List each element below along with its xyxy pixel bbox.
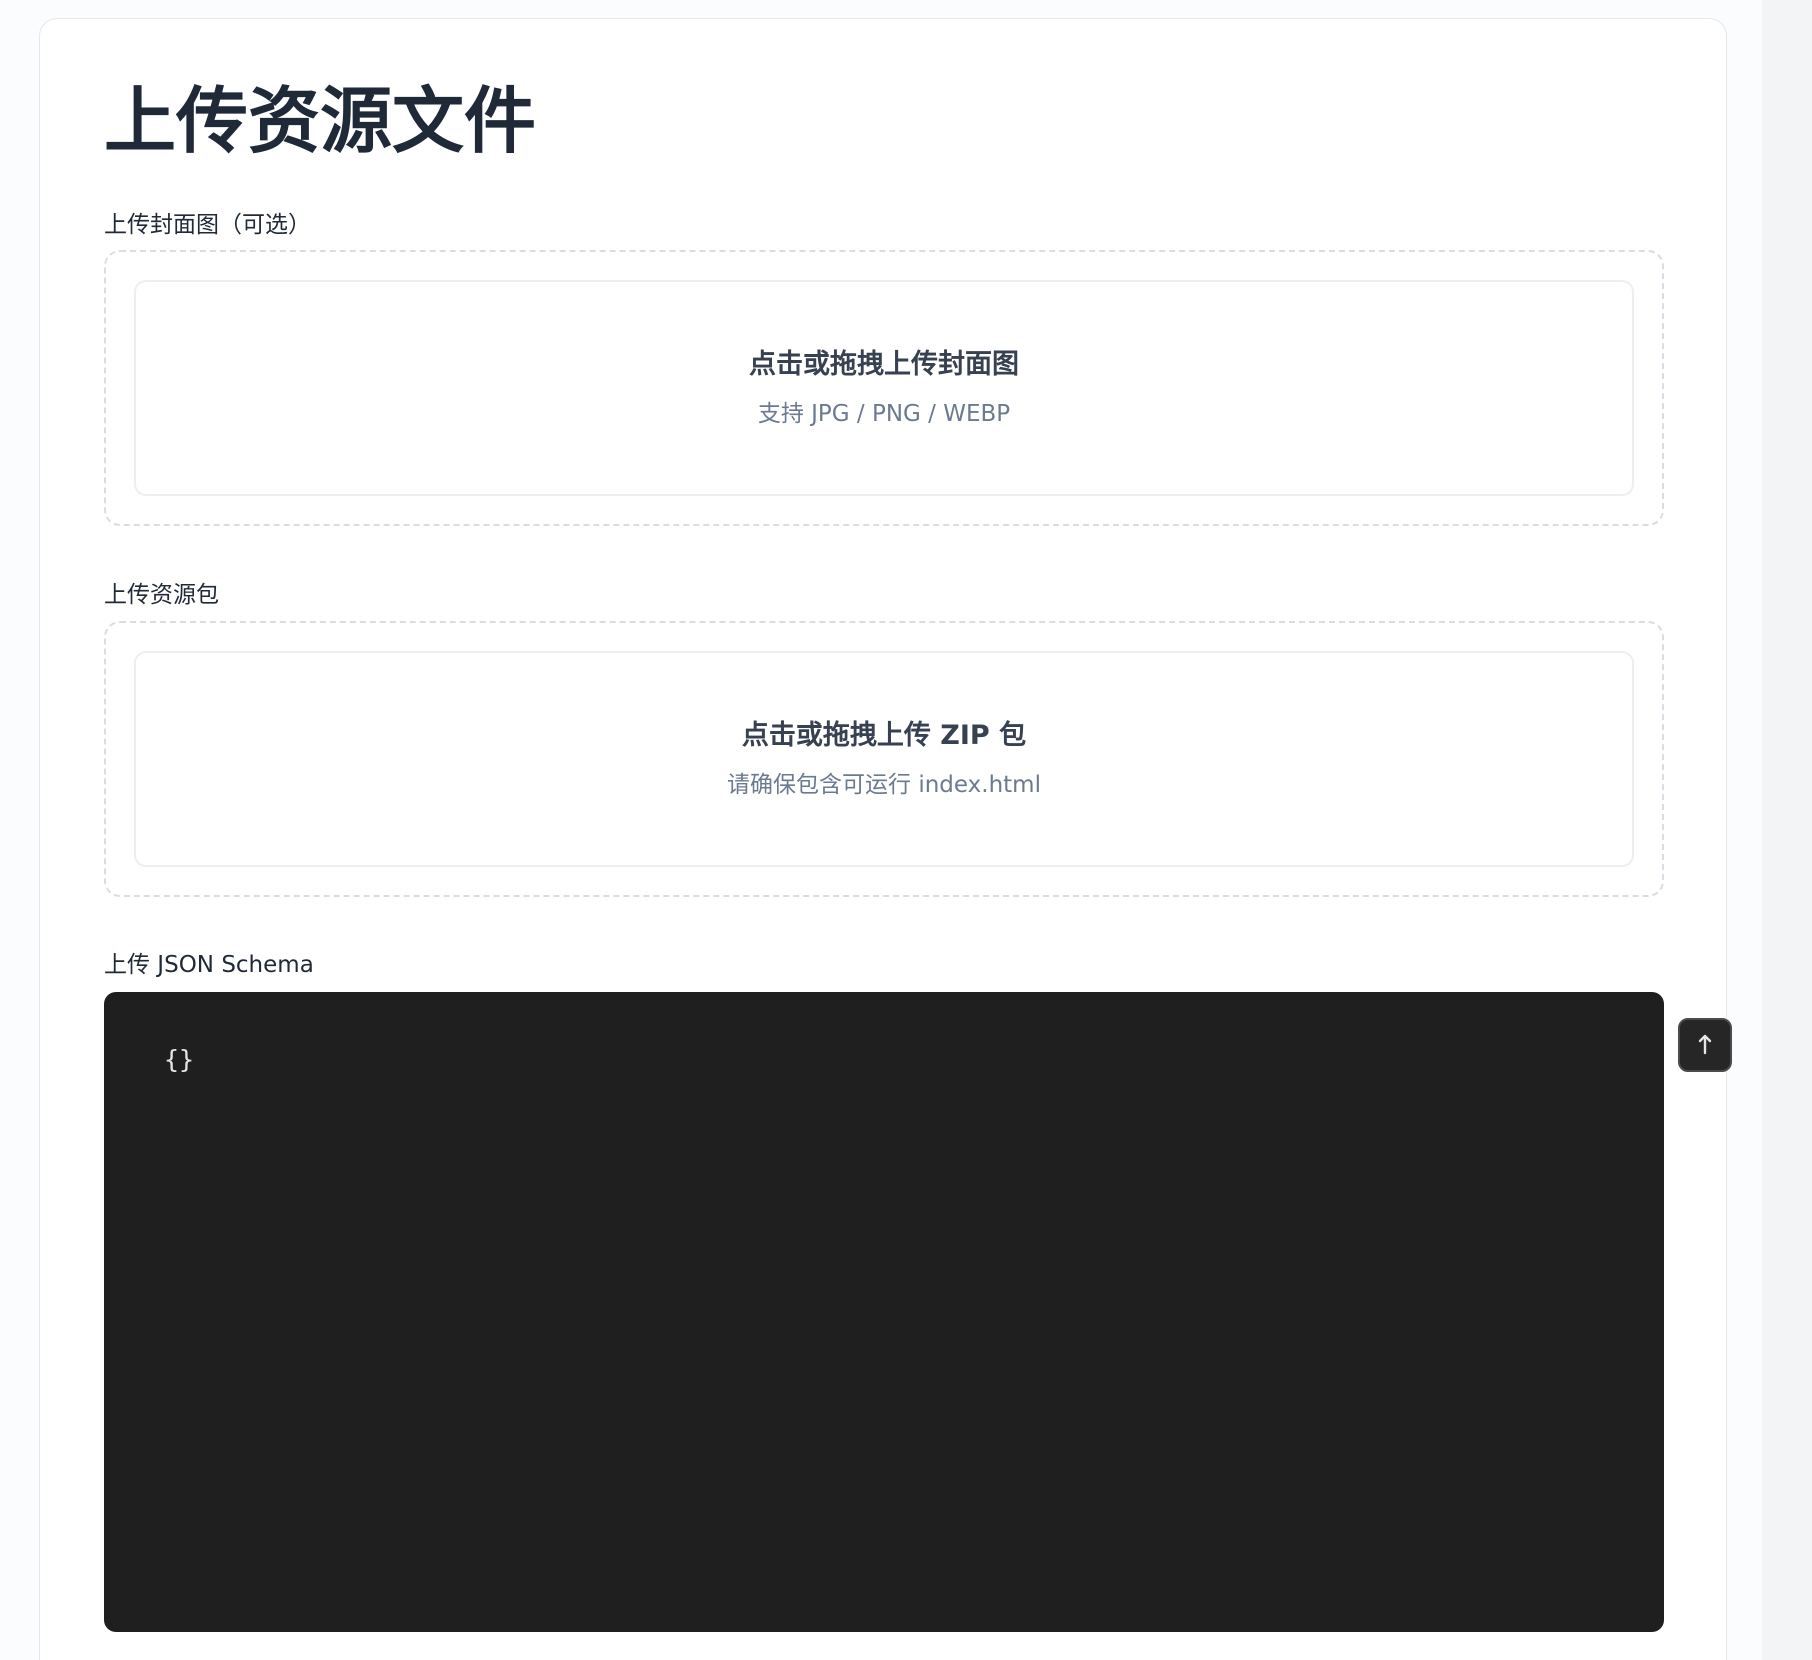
json-schema-upload-button[interactable]	[1678, 1018, 1732, 1072]
page-scroll-gutter	[1762, 0, 1812, 1660]
cover-dropzone-title: 点击或拖拽上传封面图	[749, 349, 1019, 380]
upload-resource-page: 上传资源文件 上传封面图（可选） 点击或拖拽上传封面图 支持 JPG / PNG…	[0, 0, 1812, 1660]
json-schema-code[interactable]: {}	[164, 1044, 194, 1076]
zip-package-dropzone[interactable]: 点击或拖拽上传 ZIP 包 请确保包含可运行 index.html	[104, 621, 1664, 897]
json-schema-editor[interactable]: {}	[104, 992, 1732, 1632]
zip-dropzone-title: 点击或拖拽上传 ZIP 包	[741, 720, 1027, 751]
cover-image-dropzone-inner[interactable]: 点击或拖拽上传封面图 支持 JPG / PNG / WEBP	[134, 280, 1634, 496]
zip-package-dropzone-inner[interactable]: 点击或拖拽上传 ZIP 包 请确保包含可运行 index.html	[134, 651, 1634, 867]
cover-dropzone-hint: 支持 JPG / PNG / WEBP	[757, 401, 1011, 427]
package-upload-label: 上传资源包	[104, 582, 219, 608]
upload-icon	[1691, 1029, 1719, 1061]
zip-dropzone-hint: 请确保包含可运行 index.html	[727, 772, 1041, 798]
cover-upload-label: 上传封面图（可选）	[104, 212, 311, 238]
cover-image-dropzone[interactable]: 点击或拖拽上传封面图 支持 JPG / PNG / WEBP	[104, 250, 1664, 526]
json-schema-upload-label: 上传 JSON Schema	[104, 952, 314, 978]
page-title: 上传资源文件	[104, 79, 537, 163]
